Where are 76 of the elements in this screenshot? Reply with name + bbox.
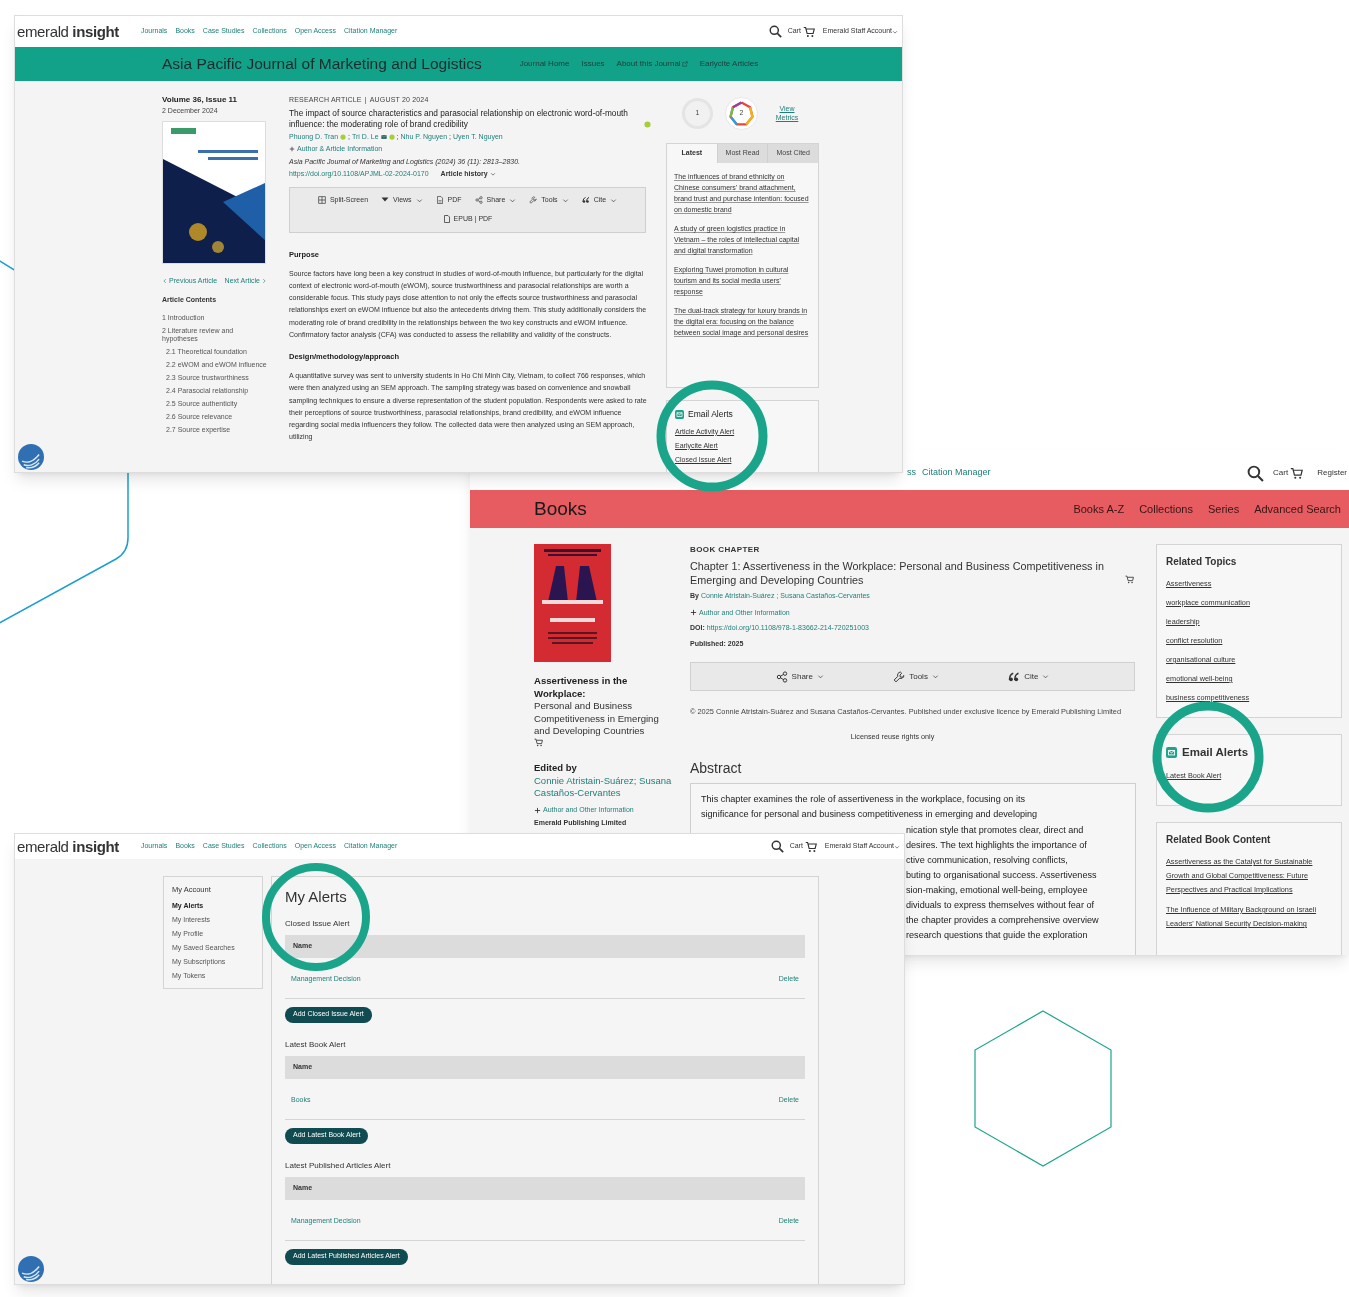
logo[interactable]: emerald insight [17, 839, 119, 854]
abstract-line: dividuals to express themselves without fear of [906, 898, 1096, 912]
abstract-line: sion-making, emotional well-being, employee [906, 883, 1089, 897]
wave-logo-icon [18, 1256, 44, 1282]
wave-logo-icon [18, 444, 44, 470]
search-icon [768, 25, 782, 38]
chevron-left-icon [162, 277, 168, 284]
logo[interactable]: emerald insight [17, 24, 119, 39]
split-screen-icon [317, 196, 326, 205]
abstract-line: the chapter provides a comprehensive overview [906, 913, 1100, 927]
abstract-line: ctive communication, resolving conflicts, [906, 853, 1069, 867]
cart-icon [1125, 575, 1134, 584]
chapter-title: Chapter 1: Assertiveness in the Workplace: Personal and Business Competitiveness in Emerging and Developing Countries [690, 559, 1105, 587]
wrench-icon [893, 670, 906, 683]
share-button[interactable]: Share [775, 670, 824, 683]
caret-icon [489, 171, 496, 178]
books-nav-link[interactable]: Books A-Z [1073, 500, 1125, 518]
edited-by-label: Edited by [534, 760, 578, 775]
issue-volume: Volume 36, Issue 11 [162, 95, 238, 105]
abstract-line: buting to organisational success. Assertiveness [906, 868, 1098, 882]
journal-nav-link[interactable]: Earlycite Articles [699, 58, 759, 70]
panel-title: Related Topics [1166, 555, 1237, 569]
share-icon [474, 196, 483, 205]
abstract-line: research questions that guide the exploration [906, 928, 1089, 942]
article-title: The impact of source characteristics and parasocial relationship on electronic word-of-mouth influence: the moderating role of brand credibility [289, 107, 629, 130]
abstract-line: This chapter examines the role of assertiveness in the workplace, focusing on its [701, 792, 1026, 806]
panel-title: Related Book Content [1166, 833, 1271, 847]
journal-title: Asia Pacific Journal of Marketing and Logistics [162, 54, 482, 75]
abstract-line: significance for personal and business competitiveness in emerging and developing [701, 807, 1039, 821]
quote-icon [1008, 670, 1021, 683]
editor-links[interactable]: Connie Atristain-Suárez; Susana Castaños-Cervantes [534, 774, 672, 800]
cite-button[interactable]: Cite [1008, 670, 1050, 683]
alert-section-title: Latest Published Articles Alert [285, 1159, 392, 1172]
document-icon [442, 214, 451, 223]
plus-icon [289, 146, 295, 153]
chevron-right-icon [261, 277, 267, 284]
panel-title: Email Alerts [688, 408, 733, 421]
quote-icon [581, 196, 590, 205]
page-title: My Alerts [285, 887, 348, 907]
abstract-heading: Abstract [690, 758, 743, 778]
journal-nav-link[interactable]: Issues [581, 58, 605, 70]
cart-icon [1290, 466, 1304, 480]
wrench-icon [529, 196, 538, 205]
book-subtitle: Personal and Business Competitiveness in Emerging and Developing Countries [534, 700, 660, 738]
nav-link[interactable]: ss [907, 466, 916, 480]
book-title: Assertiveness in the Workplace: [534, 675, 629, 700]
plus-icon [534, 806, 541, 814]
books-nav-link[interactable]: Series [1207, 500, 1240, 518]
caret-icon [894, 843, 900, 850]
books-nav-link[interactable]: Collections [1139, 500, 1193, 518]
section-title: Books [534, 496, 587, 521]
tools-button[interactable]: Tools [893, 670, 939, 683]
cart-link[interactable]: Cart [1273, 466, 1304, 480]
dot-icon [644, 120, 651, 128]
chapter-type: BOOK CHAPTER [690, 544, 761, 556]
panel-title: Email Alerts [1182, 745, 1249, 760]
search-icon [770, 840, 784, 853]
document-icon [435, 196, 444, 205]
envelope-icon [1166, 747, 1177, 759]
books-nav-link[interactable]: Advanced Search [1254, 500, 1341, 518]
cart-icon [804, 840, 817, 853]
caret-icon [892, 28, 898, 35]
alert-section-title: Latest Book Alert [285, 1038, 347, 1051]
journal-nav-link[interactable]: Journal Home [519, 58, 570, 70]
abstract-line: nication style that promotes clear, direct and [906, 823, 1085, 837]
cart-icon [802, 25, 815, 38]
envelope-icon [675, 409, 684, 419]
abstract-line: desires. The text highlights the importance of [906, 838, 1088, 852]
alert-section-title: Closed Issue Alert [285, 917, 351, 930]
plus-icon [690, 609, 697, 617]
nav-link[interactable]: Citation Manager [922, 466, 991, 480]
journal-nav-link[interactable]: About this Journal [616, 58, 688, 70]
share-icon [775, 670, 788, 683]
register-link[interactable]: Register [1317, 467, 1347, 479]
search-icon [1247, 464, 1265, 482]
cart-icon [534, 737, 543, 747]
